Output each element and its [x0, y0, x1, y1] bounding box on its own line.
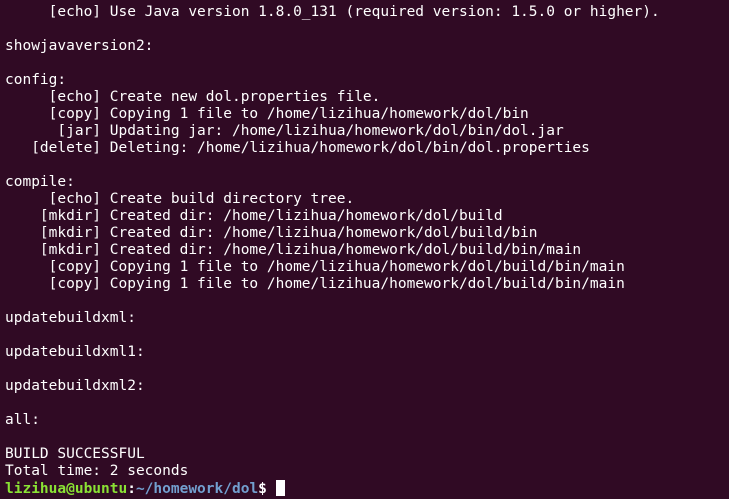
output-line: updatebuildxml2: — [5, 378, 145, 394]
output-line: [mkdir] Created dir: /home/lizihua/homew… — [5, 225, 538, 241]
output-line: Total time: 2 seconds — [5, 463, 189, 479]
output-line: config: — [5, 72, 67, 88]
output-line: [mkdir] Created dir: /home/lizihua/homew… — [5, 208, 503, 224]
output-line: [delete] Deleting: /home/lizihua/homewor… — [5, 140, 590, 156]
prompt-symbol: $ — [258, 481, 276, 497]
output-line: compile: — [5, 174, 75, 190]
output-line: updatebuildxml1: — [5, 344, 145, 360]
terminal-output: [echo] Use Java version 1.8.0_131 (requi… — [5, 4, 729, 480]
prompt-path: ~/homework/dol — [135, 481, 259, 497]
output-line: [echo] Create build directory tree. — [5, 191, 355, 207]
output-line: [jar] Updating jar: /home/lizihua/homewo… — [5, 123, 564, 139]
output-line: [echo] Create new dol.properties file. — [5, 89, 381, 105]
output-line: [copy] Copying 1 file to /home/lizihua/h… — [5, 106, 529, 122]
output-line: [echo] Use Java version 1.8.0_131 (requi… — [5, 4, 660, 20]
output-line: [copy] Copying 1 file to /home/lizihua/h… — [5, 276, 625, 292]
output-line: [copy] Copying 1 file to /home/lizihua/h… — [5, 259, 625, 275]
output-line: BUILD SUCCESSFUL — [5, 446, 145, 462]
prompt-separator: : — [127, 481, 136, 497]
output-line: [mkdir] Created dir: /home/lizihua/homew… — [5, 242, 582, 258]
prompt-user-host: lizihua@ubuntu — [5, 481, 128, 497]
text-cursor[interactable] — [275, 480, 285, 496]
output-line: updatebuildxml: — [5, 310, 136, 326]
shell-prompt[interactable]: lizihua@ubuntu:~/homework/dol$ — [5, 480, 729, 497]
output-line: all: — [5, 412, 40, 428]
terminal-window[interactable]: [echo] Use Java version 1.8.0_131 (requi… — [0, 0, 729, 499]
output-line: showjavaversion2: — [5, 38, 154, 54]
